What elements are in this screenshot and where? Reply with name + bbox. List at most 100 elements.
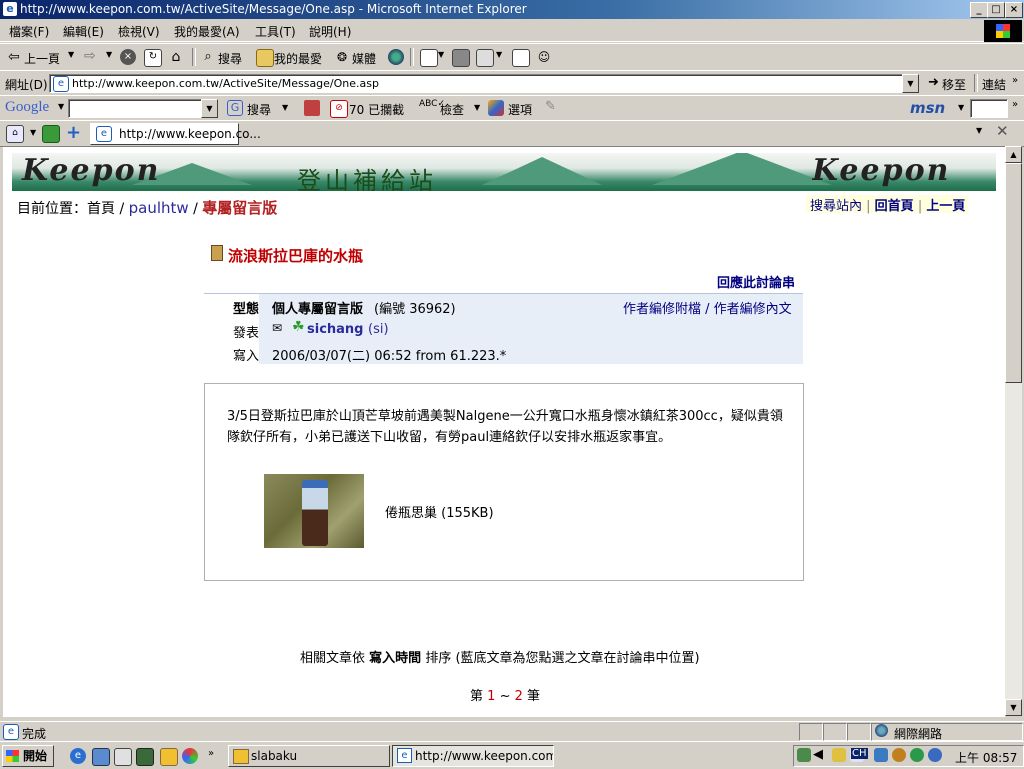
attachment-caption[interactable]: 倦瓶思巢 (155KB) <box>385 502 494 521</box>
task-browser[interactable]: e http://www.keepon.com.tw... <box>392 745 554 767</box>
quicklaunch-network-icon[interactable] <box>136 748 154 766</box>
home-icon[interactable]: ⌂ <box>168 49 184 65</box>
clock[interactable]: 上午 08:57 <box>955 749 1017 766</box>
quicklaunch-ie-icon[interactable]: e <box>70 748 86 764</box>
tray-volume-icon[interactable]: ◀ <box>813 747 823 762</box>
spellcheck-button[interactable]: 檢查 <box>440 101 464 118</box>
tray-network-icon[interactable] <box>797 748 811 762</box>
start-button[interactable]: 開始 <box>2 745 54 767</box>
menu-help[interactable]: 說明(H) <box>309 23 351 40</box>
favorites-button[interactable]: 我的最愛 <box>274 50 322 67</box>
quicklaunch-folder-icon[interactable] <box>160 748 178 766</box>
highlight-pen-icon[interactable]: ✎ <box>545 99 556 114</box>
msn-expand-icon[interactable]: » <box>1012 99 1018 110</box>
print-icon[interactable] <box>452 49 470 67</box>
refresh-icon[interactable]: ↻ <box>144 49 162 67</box>
tab-active[interactable]: e http://www.keepon.co... <box>90 123 261 145</box>
spellcheck-dropdown-icon[interactable]: ▼ <box>474 103 480 112</box>
google-logo[interactable]: Google <box>5 99 49 116</box>
menu-file[interactable]: 檔案(F) <box>9 23 49 40</box>
google-search-button[interactable]: 搜尋 <box>247 101 271 118</box>
message-icon <box>211 245 223 261</box>
minimize-button[interactable]: _ <box>970 2 988 18</box>
google-search-dropdown-button[interactable]: ▼ <box>201 99 218 118</box>
back-dropdown-icon[interactable]: ▼ <box>68 50 74 59</box>
search-site-link[interactable]: 搜尋站內 <box>810 199 862 214</box>
menu-tools[interactable]: 工具(T) <box>255 23 296 40</box>
tray-msn-icon[interactable] <box>928 748 942 762</box>
address-input[interactable]: e http://www.keepon.com.tw/ActiveSite/Me… <box>49 74 904 93</box>
tab-close-icon[interactable]: ✕ <box>996 122 1009 140</box>
popup-blocked-count[interactable]: 70 已攔截 <box>349 101 404 118</box>
back-button[interactable]: 上一頁 <box>24 50 60 67</box>
home-link[interactable]: 回首頁 <box>875 199 914 214</box>
edit-content-link[interactable]: 作者編修內文 <box>714 302 792 317</box>
mail-dropdown-icon[interactable]: ▼ <box>438 50 444 59</box>
msn-search-input[interactable] <box>970 99 1008 118</box>
new-tab-icon[interactable]: + <box>66 122 81 143</box>
mail-icon[interactable] <box>420 49 438 67</box>
search-button[interactable]: 搜尋 <box>218 50 242 67</box>
email-icon[interactable]: ✉ <box>272 321 282 335</box>
options-button[interactable]: 選項 <box>508 101 532 118</box>
message-content: 3/5日登斯拉巴庫於山頂芒草坡前遇美製Nalgene一公升寬口水瓶身懷冰鎮紅茶3… <box>204 383 804 581</box>
google-menu-dropdown-icon[interactable]: ▼ <box>58 102 64 111</box>
scroll-down-icon[interactable]: ▼ <box>1005 699 1022 716</box>
links-expand-icon[interactable]: » <box>1012 75 1018 86</box>
window-title-bar[interactable]: e http://www.keepon.com.tw/ActiveSite/Me… <box>0 0 1024 19</box>
discuss-icon[interactable] <box>512 49 530 67</box>
close-button[interactable]: × <box>1005 2 1023 18</box>
quicklaunch-media-icon[interactable] <box>182 748 198 764</box>
media-button[interactable]: 媒體 <box>352 50 376 67</box>
edit-attachment-link[interactable]: 作者編修附檔 <box>623 302 701 317</box>
forward-dropdown-icon[interactable]: ▼ <box>106 50 112 59</box>
google-search-input[interactable] <box>68 99 203 118</box>
history-icon[interactable] <box>388 49 404 65</box>
edit-page-icon[interactable] <box>476 49 494 67</box>
breadcrumb-home[interactable]: 目前位置：首頁 <box>17 201 115 217</box>
tab-new-window-icon[interactable] <box>42 125 60 143</box>
quicklaunch-desktop-icon[interactable] <box>92 748 110 766</box>
task-slabaku[interactable]: slabaku <box>228 745 390 767</box>
forward-button[interactable]: ⇨ <box>84 48 96 64</box>
maximize-button[interactable]: □ <box>987 2 1005 18</box>
tray-security-icon[interactable] <box>910 748 924 762</box>
go-arrow-icon[interactable]: ➜ <box>928 75 939 90</box>
media-icon[interactable]: ❂ <box>334 49 350 65</box>
quicklaunch-expand-icon[interactable]: » <box>208 748 214 759</box>
favorites-icon[interactable] <box>256 49 274 67</box>
page-link-2[interactable]: 2 <box>515 689 523 704</box>
msn-dropdown-icon[interactable]: ▼ <box>958 103 964 112</box>
links-button[interactable]: 連結 <box>982 76 1006 93</box>
menu-view[interactable]: 檢視(V) <box>118 23 160 40</box>
msn-logo[interactable]: msn <box>910 99 945 117</box>
messenger-icon[interactable]: ☺ <box>536 49 552 65</box>
vertical-scrollbar[interactable]: ▲ ▼ <box>1005 146 1022 716</box>
stop-icon[interactable]: × <box>120 49 136 65</box>
tab-list-dropdown-icon[interactable]: ▼ <box>976 126 982 135</box>
search-icon[interactable]: ⌕ <box>200 49 216 65</box>
reply-thread-link[interactable]: 回應此討論串 <box>717 272 795 291</box>
system-tray: ◀ CH 上午 08:57 <box>793 745 1024 767</box>
prev-page-link[interactable]: 上一頁 <box>926 199 965 214</box>
quicklaunch-app-icon[interactable] <box>114 748 132 766</box>
author-link[interactable]: sichang <box>307 322 364 337</box>
tray-ime-indicator[interactable]: CH <box>851 748 868 759</box>
menu-favorites[interactable]: 我的最愛(A) <box>174 23 240 40</box>
scroll-up-icon[interactable]: ▲ <box>1005 146 1022 163</box>
tab-home-icon[interactable]: ⌂ <box>6 125 24 143</box>
back-arrow-icon[interactable]: ⇦ <box>8 49 20 65</box>
tray-app-icon[interactable] <box>874 748 888 762</box>
scroll-thumb[interactable] <box>1005 163 1022 383</box>
menu-edit[interactable]: 編輯(E) <box>63 23 104 40</box>
tray-status-icon[interactable] <box>892 748 906 762</box>
breadcrumb-user-link[interactable]: paulhtw <box>129 199 189 217</box>
attachment-thumbnail[interactable] <box>264 474 364 548</box>
address-dropdown-button[interactable]: ▼ <box>902 74 919 93</box>
edit-dropdown-icon[interactable]: ▼ <box>496 50 502 59</box>
google-search-options-icon[interactable]: ▼ <box>282 103 288 112</box>
tray-pen-icon[interactable] <box>832 748 846 762</box>
tab-home-dropdown-icon[interactable]: ▼ <box>30 128 36 137</box>
go-button[interactable]: 移至 <box>942 76 966 93</box>
pagerank-icon[interactable] <box>304 100 320 116</box>
